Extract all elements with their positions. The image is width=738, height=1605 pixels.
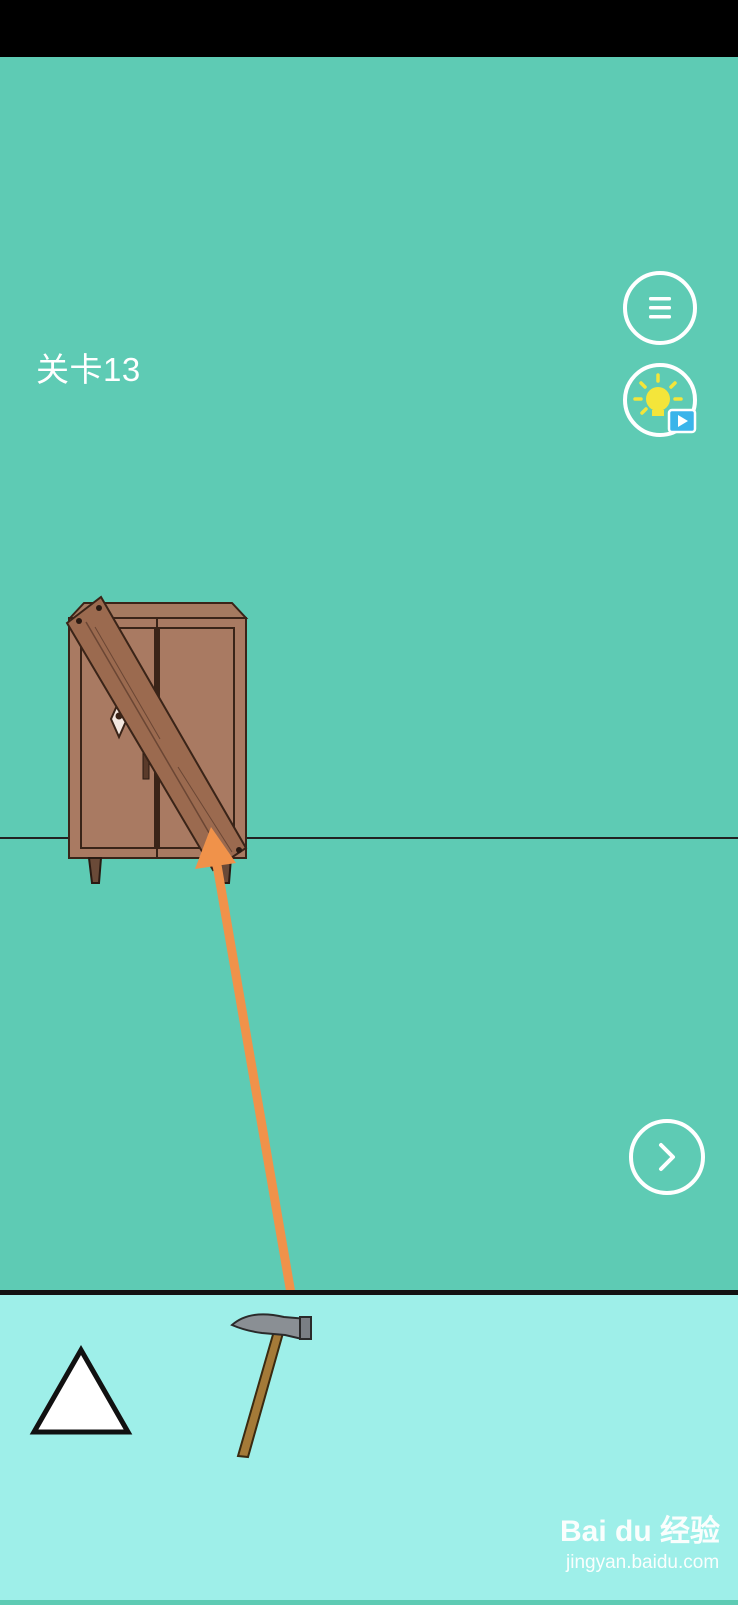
game-scene: 关卡13 bbox=[0, 57, 738, 1290]
hamburger-menu-icon bbox=[649, 297, 671, 319]
scene-art bbox=[0, 595, 738, 1290]
hint-button[interactable] bbox=[623, 363, 697, 437]
level-title: 关卡13 bbox=[36, 351, 141, 388]
lightbulb-video-hint-icon bbox=[633, 373, 697, 434]
watermark-logo: Bai du 经验 bbox=[560, 1515, 721, 1548]
baidu-jingyan-watermark: Bai du 经验 jingyan.baidu.com bbox=[560, 1506, 721, 1573]
hammer-item[interactable] bbox=[230, 1313, 312, 1459]
triangle-shape-item[interactable] bbox=[29, 1344, 133, 1435]
status-bar bbox=[0, 0, 738, 57]
next-room-button[interactable] bbox=[629, 1119, 705, 1195]
menu-button[interactable] bbox=[623, 271, 697, 345]
orange-arrow bbox=[195, 827, 295, 1290]
chevron-right-icon bbox=[659, 1143, 675, 1171]
watermark-url: jingyan.baidu.com bbox=[566, 1552, 720, 1573]
